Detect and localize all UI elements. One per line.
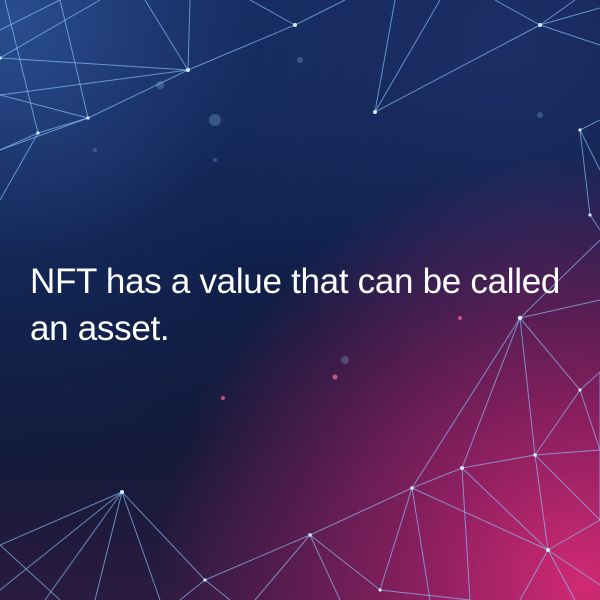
top-right-network <box>373 0 600 231</box>
headline-text: NFT has a value that can be called an as… <box>30 262 561 348</box>
top-left-network <box>0 0 346 201</box>
nft-slide: NFT has a value that can be called an as… <box>0 0 600 600</box>
bottom-left-network <box>0 490 311 600</box>
